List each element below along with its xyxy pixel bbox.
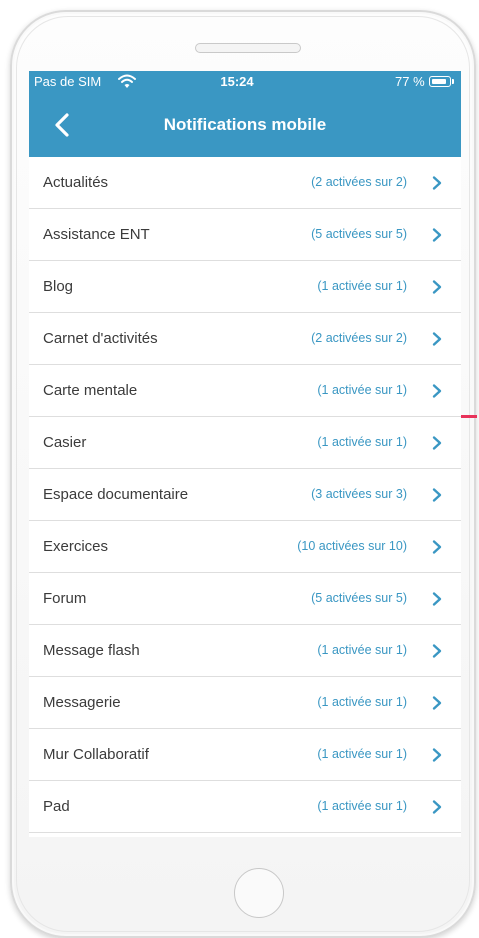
side-marker [461,415,477,418]
battery-percentage: 77 % [395,74,425,89]
list-item-label: Espace documentaire [43,486,189,503]
list-item[interactable]: Exercices (10 activées sur 10) [29,521,461,573]
list-item[interactable]: Carnet d'activités (2 activées sur 2) [29,313,461,365]
list-item[interactable]: Espace documentaire (3 activées sur 3) [29,469,461,521]
list-item-status: (2 activées sur 2) [311,175,407,189]
list-item[interactable]: Casier (1 activée sur 1) [29,417,461,469]
list-item-status: (5 activées sur 5) [311,227,407,241]
chevron-right-icon [432,176,442,190]
list-item-label: Exercices [43,538,109,555]
list-item[interactable]: Carte mentale (1 activée sur 1) [29,365,461,417]
list-item[interactable]: Forum (5 activées sur 5) [29,573,461,625]
list-item[interactable]: Messagerie (1 activée sur 1) [29,677,461,729]
chevron-right-icon [432,540,442,554]
chevron-right-icon [432,332,442,346]
chevron-right-icon [432,384,442,398]
list-item-label: Mur Collaboratif [43,746,149,763]
clock-time: 15:24 [220,74,254,89]
list-item-label: Casier [43,434,87,451]
chevron-right-icon [432,644,442,658]
page-title: Notifications mobile [163,115,327,134]
list-item[interactable]: Message flash (1 activée sur 1) [29,625,461,677]
chevron-right-icon [432,436,442,450]
list-item-status: (1 activée sur 1) [317,383,407,397]
list-item[interactable]: Blog (1 activée sur 1) [29,261,461,313]
home-button[interactable] [234,868,284,918]
list-item-label: Carnet d'activités [43,330,158,347]
battery-icon [429,76,451,87]
list-item-label: Message flash [43,642,140,659]
chevron-right-icon [432,280,442,294]
list-item[interactable]: Pad (1 activée sur 1) [29,781,461,833]
battery-cap [452,79,454,84]
list-item[interactable]: Assistance ENT (5 activées sur 5) [29,209,461,261]
chevron-right-icon [432,592,442,606]
notification-list: Actualités (2 activées sur 2) Assistance… [29,157,461,833]
list-item-status: (2 activées sur 2) [311,331,407,345]
nav-bar: Notifications mobile [29,93,461,157]
list-item-status: (1 activée sur 1) [317,279,407,293]
chevron-right-icon [432,800,442,814]
chevron-right-icon [432,228,442,242]
chevron-right-icon [432,696,442,710]
chevron-right-icon [432,488,442,502]
app-header: Pas de SIM 15:24 77 % Notifications mobi… [29,71,461,157]
list-item-status: (1 activée sur 1) [317,643,407,657]
list-item-status: (3 activées sur 3) [311,487,407,501]
list-item-label: Messagerie [43,694,121,711]
list-item-label: Carte mentale [43,382,138,399]
list-item-status: (5 activées sur 5) [311,591,407,605]
chevron-right-icon [432,748,442,762]
list-item-status: (1 activée sur 1) [317,695,407,709]
list-item-status: (10 activées sur 10) [297,539,407,553]
list-item-label: Blog [43,278,74,295]
list-item[interactable]: Actualités (2 activées sur 2) [29,157,461,209]
list-item-status: (1 activée sur 1) [317,435,407,449]
list-item-label: Forum [43,590,87,607]
list-item[interactable]: Mur Collaboratif (1 activée sur 1) [29,729,461,781]
list-item-label: Pad [43,798,70,815]
list-item-status: (1 activée sur 1) [317,799,407,813]
speaker-grille [195,43,301,53]
list-item-label: Assistance ENT [43,226,150,243]
status-bar: Pas de SIM 15:24 77 % [29,71,461,93]
app-screen: Pas de SIM 15:24 77 % Notifications mobi… [29,71,461,837]
list-item-status: (1 activée sur 1) [317,747,407,761]
list-item-label: Actualités [43,174,109,191]
